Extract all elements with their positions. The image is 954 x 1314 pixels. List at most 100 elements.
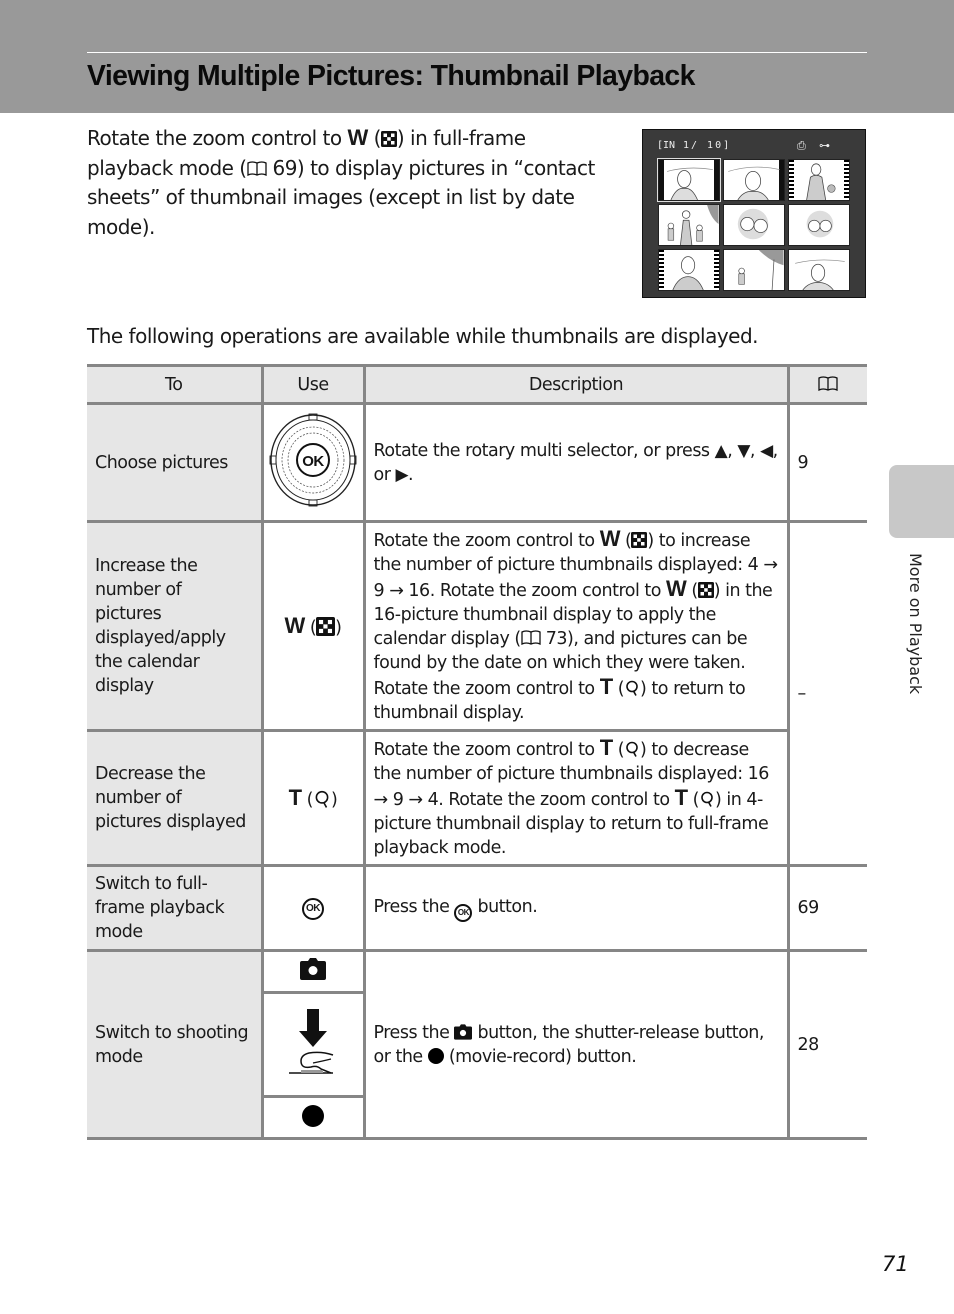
thumbnail[interactable] — [788, 249, 850, 291]
w-key-label: W — [284, 613, 306, 638]
rotary-multi-selector-icon: OK — [269, 413, 357, 507]
book-reference-icon — [246, 160, 267, 176]
column-header-description: Description — [362, 364, 790, 405]
camera-icon — [300, 958, 326, 980]
row-page-ref: 28 — [786, 949, 867, 1140]
header-band — [0, 0, 954, 113]
table-row: Decrease the number of pictures displaye… — [87, 729, 867, 867]
column-header-page — [786, 364, 867, 405]
header-rule — [87, 52, 867, 53]
desc-text: Press the — [373, 1022, 455, 1043]
row-action: Choose pictures — [87, 402, 264, 523]
page-ref: 73 — [540, 629, 568, 649]
intro-paragraph: Rotate the zoom control to W () in full-… — [87, 123, 617, 242]
monitor-status-bar: [IN 1/ 10] ⎙ ⊶ — [657, 139, 853, 154]
chapter-label: More on Playback — [906, 553, 925, 695]
table-header-row: To Use Description — [87, 364, 867, 405]
thumbnail[interactable] — [657, 158, 721, 202]
magnify-icon — [626, 680, 638, 696]
protect-key-icon: ⊶ — [819, 139, 830, 152]
row-description: Rotate the zoom control to T () to decre… — [362, 729, 790, 867]
row-use: OK — [260, 402, 366, 523]
t-key-label: T — [674, 785, 688, 810]
intro-text: Rotate the zoom control to — [87, 126, 348, 150]
book-reference-icon — [818, 375, 838, 391]
page-title: Viewing Multiple Pictures: Thumbnail Pla… — [87, 60, 695, 92]
thumbnail-grid-icon — [631, 532, 648, 548]
t-key-label: T — [288, 785, 302, 810]
row-use: W () — [260, 520, 366, 732]
thumbnail-grid — [657, 158, 850, 291]
row-action: Increase the number of pictures displaye… — [87, 520, 264, 732]
ok-button-icon: OK — [302, 898, 324, 920]
row-description: Rotate the rotary multi selector, or pre… — [362, 402, 790, 523]
w-key-label: W — [347, 125, 368, 150]
print-order-icon: ⎙ — [797, 139, 806, 152]
magnify-icon — [626, 741, 638, 757]
thumbnail[interactable] — [788, 159, 850, 201]
left-arrow-icon: ◀ — [760, 440, 773, 461]
row-use-camera — [260, 949, 366, 994]
row-action: Switch to full-frame playback mode — [87, 864, 264, 952]
internal-memory-indicator: [IN — [657, 140, 676, 151]
thumbnail-grid-icon — [697, 582, 714, 598]
thumbnail[interactable] — [723, 249, 785, 291]
desc-text: Rotate the rotary multi selector, or pre… — [373, 440, 715, 461]
desc-text: Press the — [373, 896, 455, 917]
desc-text: Rotate the zoom control to — [373, 740, 600, 760]
column-header-use: Use — [260, 364, 366, 405]
thumbnail[interactable] — [788, 204, 850, 246]
movie-record-icon — [302, 1105, 324, 1127]
camera-monitor-thumbnail-display: [IN 1/ 10] ⎙ ⊶ — [642, 129, 866, 298]
row-page-ref: 9 — [786, 402, 867, 523]
lead-text: The following operations are available w… — [87, 324, 759, 348]
row-description: Rotate the zoom control to W () to incre… — [362, 520, 790, 732]
row-use: T () — [260, 729, 366, 867]
w-key-label: W — [666, 576, 687, 601]
chapter-tab[interactable] — [889, 465, 954, 538]
row-description: Press the button, the shutter-release bu… — [362, 949, 790, 1140]
page-ref: 69 — [266, 155, 297, 180]
operations-table: To Use Description Choose pictures OK Ro… — [87, 364, 867, 1140]
frame-counter: 1/ 10] — [683, 140, 732, 151]
desc-text: Rotate the zoom control to — [373, 531, 600, 551]
row-use: OK — [260, 864, 366, 952]
row-action: Decrease the number of pictures displaye… — [87, 729, 264, 867]
row-page-ref: – — [786, 520, 867, 867]
row-use-movie — [260, 1095, 366, 1140]
table-row: Increase the number of pictures displaye… — [87, 520, 867, 867]
svg-text:OK: OK — [302, 453, 324, 470]
row-page-ref: 69 — [786, 864, 867, 952]
thumbnail[interactable] — [658, 204, 720, 246]
row-description: Press the OK button. — [362, 864, 790, 952]
book-reference-icon — [521, 630, 541, 646]
desc-text: (movie-record) button. — [443, 1046, 637, 1067]
right-arrow-icon: ▶ — [395, 464, 409, 485]
table-row: Switch to shooting mode Press the button… — [87, 949, 867, 1140]
row-action: Switch to shooting mode — [87, 949, 264, 1140]
magnify-icon — [701, 791, 713, 807]
desc-text: , — [727, 440, 738, 461]
desc-text: , — [749, 440, 761, 461]
page-number: 71 — [882, 1252, 909, 1276]
thumbnail[interactable] — [723, 204, 785, 246]
thumbnail[interactable] — [723, 159, 785, 201]
movie-record-icon — [427, 1047, 444, 1064]
row-use-shutter — [260, 991, 366, 1098]
ok-button-icon: OK — [454, 903, 473, 922]
up-arrow-icon: ▲ — [714, 440, 728, 461]
table-row: Choose pictures OK Rotate the rotary mul… — [87, 402, 867, 523]
down-arrow-icon: ▼ — [737, 440, 750, 461]
table-row: Switch to full-frame playback mode OK Pr… — [87, 864, 867, 952]
w-key-label: W — [599, 526, 621, 551]
desc-text: . — [408, 464, 414, 485]
desc-text: button. — [472, 896, 538, 917]
shutter-release-press-icon — [289, 1009, 334, 1074]
thumbnail[interactable] — [658, 249, 720, 291]
camera-icon — [454, 1023, 473, 1040]
thumbnail-grid-icon — [316, 617, 336, 636]
column-header-to: To — [87, 364, 264, 405]
magnify-icon — [315, 790, 329, 808]
thumbnail-grid-icon — [380, 131, 397, 147]
intro-text: ( — [367, 126, 382, 150]
